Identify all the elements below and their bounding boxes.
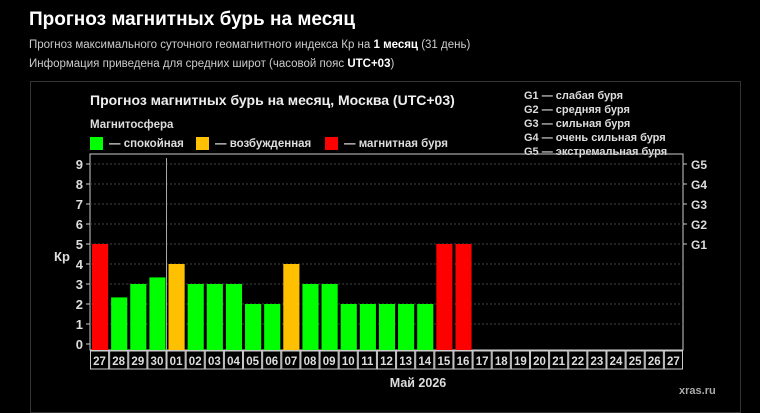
g-scale-label: G4 bbox=[691, 178, 707, 192]
x-tick-label: 30 bbox=[151, 356, 164, 368]
x-tick-label: 26 bbox=[648, 356, 661, 368]
y-tick-label: 5 bbox=[76, 237, 83, 252]
bar-09 bbox=[321, 284, 338, 350]
g-scale-label: G2 bbox=[691, 218, 707, 232]
bar-06 bbox=[264, 304, 281, 350]
x-tick-label: 07 bbox=[284, 356, 297, 368]
x-axis-label: Май 2026 bbox=[390, 376, 447, 390]
y-tick-label: 3 bbox=[76, 277, 83, 292]
y-tick-label: 0 bbox=[76, 337, 83, 352]
x-tick-label: 08 bbox=[304, 356, 317, 368]
x-tick-label: 11 bbox=[361, 356, 374, 368]
x-tick-label: 02 bbox=[189, 356, 202, 368]
bar-12 bbox=[378, 304, 396, 350]
x-tick-label: 23 bbox=[591, 356, 604, 368]
source-link[interactable]: xras.ru bbox=[679, 385, 716, 397]
y-tick-label: 9 bbox=[76, 157, 83, 172]
x-tick-label: 19 bbox=[514, 356, 527, 368]
x-tick-label: 18 bbox=[495, 356, 508, 368]
x-tick-label: 16 bbox=[457, 356, 470, 368]
x-tick-label: 05 bbox=[246, 356, 259, 368]
g-scale-label: G3 bbox=[691, 198, 707, 212]
x-tick-label: 27 bbox=[667, 356, 680, 368]
x-tick-label: 03 bbox=[208, 356, 221, 368]
bar-28 bbox=[111, 297, 128, 350]
x-tick-label: 27 bbox=[93, 356, 106, 368]
y-axis-label: Кр bbox=[54, 249, 70, 264]
bar-15 bbox=[436, 244, 453, 350]
y-tick-label: 2 bbox=[76, 297, 83, 312]
g-scale-label: G1 bbox=[691, 238, 707, 252]
bar-03 bbox=[206, 284, 223, 350]
x-tick-label: 28 bbox=[112, 356, 125, 368]
bar-30 bbox=[149, 277, 166, 350]
bar-16 bbox=[455, 244, 472, 350]
x-tick-label: 12 bbox=[380, 356, 393, 368]
x-tick-label: 20 bbox=[533, 356, 546, 368]
y-tick-label: 6 bbox=[76, 217, 83, 232]
x-tick-label: 04 bbox=[227, 356, 240, 368]
y-tick-label: 4 bbox=[76, 257, 84, 272]
x-tick-label: 10 bbox=[342, 356, 355, 368]
x-tick-label: 25 bbox=[629, 356, 642, 368]
x-tick-label: 22 bbox=[571, 356, 584, 368]
y-tick-label: 1 bbox=[76, 317, 83, 332]
x-tick-label: 29 bbox=[131, 356, 144, 368]
bar-02 bbox=[187, 284, 204, 350]
bar-11 bbox=[359, 304, 376, 350]
bar-01 bbox=[168, 264, 185, 350]
bar-08 bbox=[302, 284, 319, 350]
x-tick-label: 15 bbox=[437, 356, 450, 368]
x-tick-label: 24 bbox=[610, 356, 623, 368]
bar-10 bbox=[340, 304, 357, 350]
bar-07 bbox=[283, 264, 300, 350]
bar-29 bbox=[130, 284, 147, 350]
y-tick-label: 8 bbox=[76, 177, 83, 192]
x-tick-label: 01 bbox=[170, 356, 183, 368]
bar-04 bbox=[225, 284, 243, 350]
x-tick-label: 13 bbox=[399, 356, 412, 368]
x-tick-label: 14 bbox=[418, 356, 431, 368]
kp-bar-chart: 0123456789КрG1G2G3G4G527 28 29 30 01 02 03 04 05… bbox=[54, 153, 707, 390]
bar-27 bbox=[92, 244, 109, 350]
x-tick-label: 21 bbox=[552, 356, 565, 368]
x-tick-label: 06 bbox=[265, 356, 278, 368]
bar-14 bbox=[417, 304, 434, 350]
x-tick-label: 17 bbox=[476, 356, 489, 368]
g-scale-label: G5 bbox=[691, 158, 707, 172]
y-tick-label: 7 bbox=[76, 197, 83, 212]
bar-13 bbox=[398, 304, 415, 350]
bar-05 bbox=[245, 304, 262, 350]
x-tick-label: 09 bbox=[323, 356, 336, 368]
